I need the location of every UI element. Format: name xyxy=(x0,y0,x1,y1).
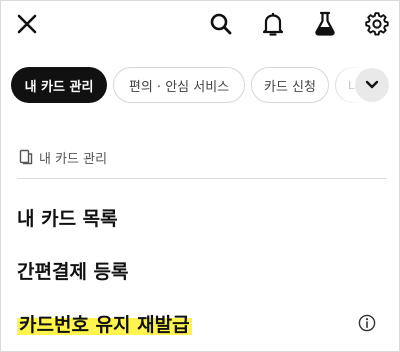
section-divider xyxy=(17,178,387,179)
info-icon xyxy=(358,314,376,332)
notification-button[interactable] xyxy=(259,10,287,38)
category-chips: 내 카드 관리 편의 · 안심 서비스 카드 신청 나 xyxy=(11,67,399,105)
chip-label: 내 카드 관리 xyxy=(24,79,94,95)
chip-label: 카드 신청 xyxy=(264,79,316,95)
menu-item-label: 내 카드 목록 xyxy=(17,207,118,230)
settings-button[interactable] xyxy=(363,10,391,38)
menu-item-simple-payment-registration[interactable]: 간편결제 등록 xyxy=(17,255,129,285)
top-bar xyxy=(1,1,399,49)
more-chips-button[interactable] xyxy=(355,68,389,102)
chip-my-card-management[interactable]: 내 카드 관리 xyxy=(11,67,107,103)
chip-convenience-security-service[interactable]: 편의 · 안심 서비스 xyxy=(113,67,245,103)
menu-item-label: 간편결제 등록 xyxy=(17,260,129,283)
menu-item-my-card-list[interactable]: 내 카드 목록 xyxy=(17,202,118,232)
flask-icon xyxy=(315,11,335,36)
chip-card-application[interactable]: 카드 신청 xyxy=(251,67,329,103)
chip-label: 편의 · 안심 서비스 xyxy=(128,79,230,95)
card-icon xyxy=(19,149,33,165)
gear-icon xyxy=(365,12,389,36)
section-header: 내 카드 관리 xyxy=(19,147,107,167)
search-icon xyxy=(210,13,232,35)
menu-item-label: 카드번호 유지 재발급 xyxy=(17,309,192,337)
search-button[interactable] xyxy=(207,10,235,38)
section-title: 내 카드 관리 xyxy=(39,151,108,167)
chevron-down-icon xyxy=(365,80,379,89)
info-button[interactable] xyxy=(357,313,377,333)
menu-item-card-number-reissue[interactable]: 카드번호 유지 재발급 xyxy=(17,308,192,338)
close-icon xyxy=(17,14,37,34)
bell-icon xyxy=(262,12,284,36)
lab-button[interactable] xyxy=(311,10,339,38)
close-button[interactable] xyxy=(13,10,41,38)
